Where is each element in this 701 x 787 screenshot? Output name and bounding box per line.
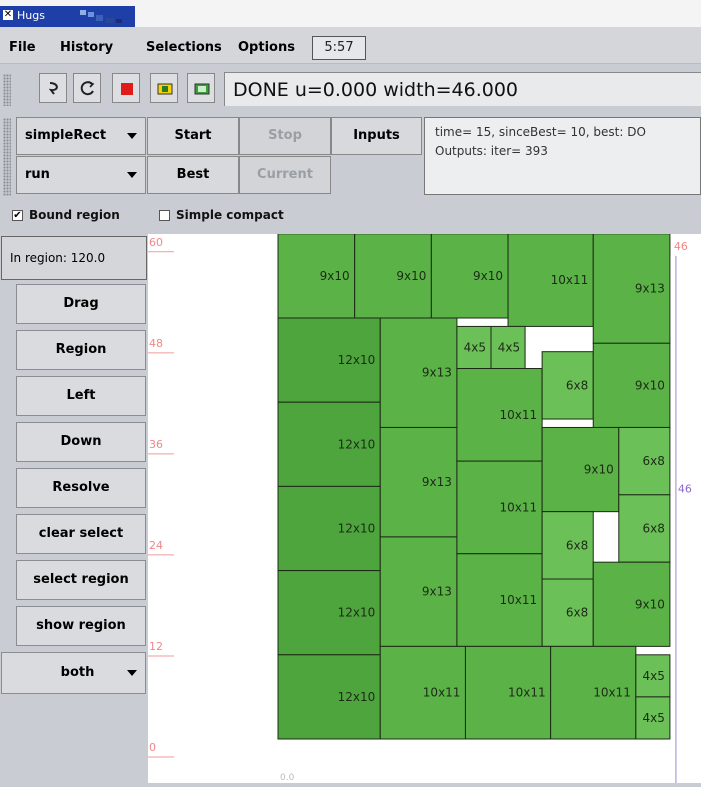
rect-label: 9x13 xyxy=(422,475,452,489)
window-title: Hugs xyxy=(17,9,45,22)
run-button[interactable] xyxy=(187,73,215,103)
display-mode-select[interactable]: both xyxy=(1,652,146,694)
rect-label: 6x8 xyxy=(566,606,588,620)
drag-button[interactable]: Drag xyxy=(16,284,146,324)
display-mode-value: both xyxy=(60,665,95,680)
rect-label: 12x10 xyxy=(338,606,376,620)
rect-label: 6x8 xyxy=(643,454,665,468)
menu-bar: File History Selections Options 5:57 xyxy=(0,27,701,64)
packing-canvas[interactable]: 60483624120091928384660469x109x109x1010x… xyxy=(148,233,701,783)
down-button[interactable]: Down xyxy=(16,422,146,462)
region-button[interactable]: Region xyxy=(16,330,146,370)
algorithm-select-value: simpleRect xyxy=(25,128,107,143)
show-region-button[interactable]: show region xyxy=(16,606,146,646)
bound-region-label: Bound region xyxy=(29,208,120,222)
rect-label: 9x13 xyxy=(635,282,665,296)
rect-label: 9x10 xyxy=(396,269,426,283)
rect-label: 10x11 xyxy=(499,593,537,607)
rect-label: 9x10 xyxy=(635,597,665,611)
menu-history[interactable]: History xyxy=(60,40,113,55)
stop-tool-button[interactable] xyxy=(112,73,140,103)
rect-label: 10x11 xyxy=(593,686,631,700)
clear-select-button[interactable]: clear select xyxy=(16,514,146,554)
y-tick-label: 12 xyxy=(149,640,163,653)
y-tick-label: 48 xyxy=(149,337,163,350)
rect-label: 9x10 xyxy=(473,269,503,283)
info-output-box: time= 15, sinceBest= 10, best: DO Output… xyxy=(424,117,701,195)
stop-button[interactable]: Stop xyxy=(239,117,331,155)
rect-label: 4x5 xyxy=(643,711,665,725)
simple-compact-checkbox[interactable] xyxy=(159,210,170,221)
rect-label: 6x8 xyxy=(643,522,665,536)
rect-label: 12x10 xyxy=(338,522,376,536)
rect-label: 9x10 xyxy=(635,378,665,392)
y-tick-label: 24 xyxy=(149,539,163,552)
algorithm-select[interactable]: simpleRect xyxy=(16,117,146,155)
rect-label: 6x8 xyxy=(566,538,588,552)
step-button[interactable] xyxy=(150,73,178,103)
app-icon xyxy=(80,10,122,23)
info-line-time: time= 15, sinceBest= 10, best: DO xyxy=(435,125,646,139)
chevron-down-icon xyxy=(127,133,137,139)
rect-label: 12x10 xyxy=(338,437,376,451)
y-tick-label: 0 xyxy=(149,741,156,754)
left-button[interactable]: Left xyxy=(16,376,146,416)
rect-label: 10x11 xyxy=(551,273,589,287)
x-tick-label: 46 xyxy=(674,240,688,253)
toolbar-grip[interactable] xyxy=(3,74,11,106)
menu-options[interactable]: Options xyxy=(238,40,295,55)
stop-icon xyxy=(121,83,133,95)
rect-label: 4x5 xyxy=(498,340,520,354)
inputs-button[interactable]: Inputs xyxy=(331,117,422,155)
rect-label: 4x5 xyxy=(643,669,665,683)
clock-display: 5:57 xyxy=(312,36,366,60)
step-icon xyxy=(157,83,173,95)
rect-label: 9x13 xyxy=(422,585,452,599)
region-area-label: In region: 120.0 xyxy=(1,236,147,280)
simple-compact-label: Simple compact xyxy=(176,208,284,222)
resolve-button[interactable]: Resolve xyxy=(16,468,146,508)
rect-label: 4x5 xyxy=(464,340,486,354)
y-tick-label: 36 xyxy=(149,438,163,451)
rect-label: 10x11 xyxy=(499,408,537,422)
rect-label: 6x8 xyxy=(566,378,588,392)
rect-label: 12x10 xyxy=(338,353,376,367)
controls-grip[interactable] xyxy=(3,118,11,196)
status-display: DONE u=0.000 width=46.000 xyxy=(224,72,701,106)
menu-selections[interactable]: Selections xyxy=(146,40,222,55)
select-region-button[interactable]: select region xyxy=(16,560,146,600)
rect-label: 9x10 xyxy=(584,463,614,477)
rect-label: 10x11 xyxy=(508,686,546,700)
rect-label: 9x10 xyxy=(320,269,350,283)
rect-label: 10x11 xyxy=(499,500,537,514)
bound-region-checkbox[interactable]: ✔ xyxy=(12,210,23,221)
undo-button[interactable] xyxy=(39,73,67,103)
chevron-down-icon xyxy=(127,670,137,676)
origin-label: 0.0 xyxy=(280,773,295,783)
rect-label: 10x11 xyxy=(423,686,461,700)
info-line-outputs: Outputs: iter= 393 xyxy=(435,144,548,158)
options-row: ✔ Bound region Simple compact xyxy=(0,200,701,232)
run-icon xyxy=(194,83,210,95)
redo-button[interactable] xyxy=(73,73,101,103)
chevron-down-icon xyxy=(127,172,137,178)
rect-label: 12x10 xyxy=(338,690,376,704)
best-button[interactable]: Best xyxy=(147,156,239,194)
y-tick-label: 60 xyxy=(149,236,163,249)
mode-select[interactable]: run xyxy=(16,156,146,194)
current-button[interactable]: Current xyxy=(239,156,331,194)
window-titlebar: ✕ Hugs xyxy=(0,0,701,28)
undo-icon xyxy=(48,82,58,95)
close-icon[interactable]: ✕ xyxy=(3,10,13,20)
right-height-label: 46 xyxy=(678,482,692,495)
rect-label: 9x13 xyxy=(422,366,452,380)
mode-select-value: run xyxy=(25,167,50,182)
redo-icon xyxy=(80,81,95,96)
start-button[interactable]: Start xyxy=(147,117,239,155)
canvas-area[interactable]: 60483624120091928384660469x109x109x1010x… xyxy=(148,233,701,783)
menu-file[interactable]: File xyxy=(9,40,36,55)
